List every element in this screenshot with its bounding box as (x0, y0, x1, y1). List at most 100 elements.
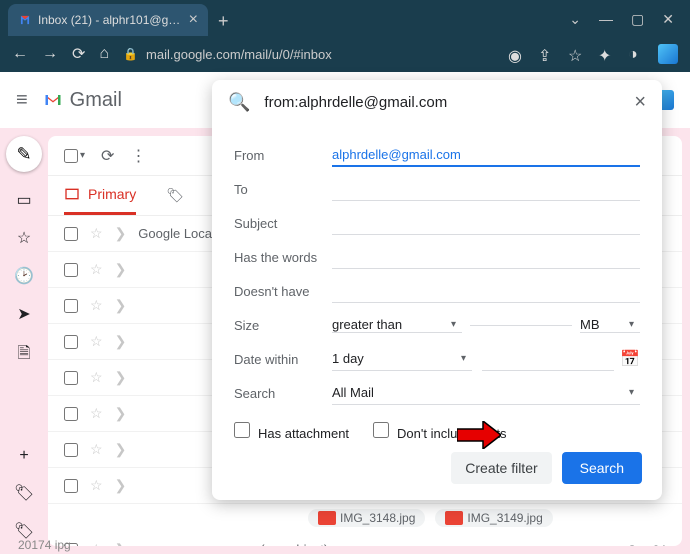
important-icon[interactable]: ❯ (115, 441, 127, 458)
back-icon[interactable]: ← (12, 45, 28, 63)
attachment-chip[interactable]: IMG_3149.jpg (435, 509, 552, 527)
search-dropdown: 🔍 × Fromalphrdelle@gmail.com To Subject … (212, 80, 662, 500)
has-words-field[interactable] (332, 245, 640, 269)
window-controls: ⌄ — ▢ ✕ (553, 11, 690, 28)
to-field[interactable] (332, 177, 640, 201)
create-filter-button[interactable]: Create filter (451, 452, 551, 484)
window-minimize-icon[interactable]: — (599, 11, 613, 28)
subject-field[interactable] (332, 211, 640, 235)
row-checkbox[interactable] (64, 227, 78, 241)
profile-icon[interactable]: ◑ (628, 46, 644, 62)
has-attachment-check[interactable]: Has attachment (234, 422, 349, 441)
search-input[interactable] (264, 94, 620, 111)
browser-tab[interactable]: Inbox (21) - alphr101@gmail.com × (8, 4, 208, 36)
snoozed-icon[interactable]: 🕑 (14, 266, 34, 286)
important-icon[interactable]: ❯ (115, 477, 127, 494)
row-checkbox[interactable] (64, 479, 78, 493)
extension-icon[interactable]: ✦ (598, 46, 614, 62)
select-all[interactable]: ▾ (64, 149, 85, 163)
refresh-icon[interactable]: ⟳ (101, 146, 114, 166)
gmail-logo: Gmail (40, 89, 122, 112)
important-icon[interactable]: ❯ (115, 225, 127, 242)
calendar-icon[interactable]: 📅 (620, 349, 640, 369)
size-unit-select[interactable]: MB▾ (580, 317, 640, 333)
window-chevron-icon[interactable]: ⌄ (569, 11, 581, 28)
row-checkbox[interactable] (64, 299, 78, 313)
lock-icon: 🔒 (123, 47, 138, 61)
important-icon[interactable]: ❯ (115, 261, 127, 278)
size-value-field[interactable] (470, 325, 572, 326)
window-maximize-icon[interactable]: ▢ (631, 11, 644, 28)
browser-address-bar: ← → ⟳ ⌂ 🔒 mail.google.com/mail/u/0/#inbo… (0, 36, 690, 72)
gmail-page: ≡ Gmail ?⃝ ⚙ ⠿ ✎ ▭ ☆ 🕑 ➤ 🗎 + 🏷 🏷 (0, 72, 690, 554)
doesnt-have-field[interactable] (332, 279, 640, 303)
gmail-favicon (18, 13, 32, 27)
alphr-extension-icon[interactable] (658, 44, 678, 64)
footer-filename: 20174 ipg (18, 538, 71, 552)
select-dropdown-icon[interactable]: ▾ (80, 150, 85, 161)
star-icon[interactable]: ☆ (90, 261, 103, 278)
new-tab-button[interactable]: + (218, 11, 229, 32)
important-icon[interactable]: ❯ (115, 369, 127, 386)
menu-icon[interactable]: ≡ (16, 89, 28, 112)
date-within-select[interactable]: 1 day▾ (332, 347, 472, 371)
reload-icon[interactable]: ⟳ (72, 44, 85, 64)
search-icon[interactable]: 🔍 (228, 92, 250, 113)
search-folder-select[interactable]: All Mail▾ (332, 381, 640, 405)
row-checkbox[interactable] (64, 263, 78, 277)
row-checkbox[interactable] (64, 335, 78, 349)
sender: me (138, 542, 248, 546)
row-checkbox[interactable] (64, 407, 78, 421)
star-icon[interactable]: ☆ (90, 297, 103, 314)
star-icon[interactable]: ☆ (90, 405, 103, 422)
browser-titlebar: Inbox (21) - alphr101@gmail.com × + ⌄ — … (0, 0, 690, 36)
window-close-icon[interactable]: ✕ (662, 11, 674, 28)
row-checkbox[interactable] (64, 443, 78, 457)
tab-title: Inbox (21) - alphr101@gmail.com (38, 13, 183, 27)
more-icon[interactable]: ⋮ (130, 146, 146, 166)
eye-icon[interactable]: ◉ (508, 46, 524, 62)
star-icon[interactable]: ☆ (568, 46, 584, 62)
add-label-icon[interactable]: + (19, 447, 28, 465)
star-icon[interactable]: ☆ (90, 369, 103, 386)
date-field[interactable] (482, 347, 614, 371)
label-to: To (234, 182, 332, 197)
star-icon[interactable]: ☆ (90, 441, 103, 458)
label-doesnt-have: Doesn't have (234, 284, 332, 299)
label-icon[interactable]: 🏷 (14, 483, 34, 503)
home-icon[interactable]: ⌂ (99, 45, 109, 63)
star-icon[interactable]: ☆ (90, 333, 103, 350)
compose-button[interactable]: ✎ (6, 136, 42, 172)
size-operator-select[interactable]: greater than▾ (332, 317, 462, 333)
important-icon[interactable]: ❯ (115, 333, 127, 350)
row-checkbox[interactable] (64, 371, 78, 385)
tab-close-icon[interactable]: × (189, 11, 198, 29)
inbox-icon[interactable]: ▭ (16, 190, 31, 210)
sent-icon[interactable]: ➤ (17, 304, 30, 324)
forward-icon[interactable]: → (42, 45, 58, 63)
important-icon[interactable]: ❯ (115, 405, 127, 422)
date: Sep 24 (628, 543, 666, 547)
important-icon[interactable]: ❯ (115, 297, 127, 314)
clear-search-icon[interactable]: × (634, 91, 646, 114)
label-from: From (234, 148, 332, 163)
important-icon[interactable]: ❯ (115, 541, 127, 546)
tab-promotions-icon[interactable]: 🏷 (166, 187, 184, 204)
starred-icon[interactable]: ☆ (17, 228, 31, 248)
label-date-within: Date within (234, 352, 332, 367)
mail-row[interactable]: ☆ ❯ me (no subject) Sep 24 (48, 532, 682, 546)
select-all-checkbox[interactable] (64, 149, 78, 163)
search-button[interactable]: Search (562, 452, 642, 484)
share-icon[interactable]: ⇪ (538, 46, 554, 62)
url-text: mail.google.com/mail/u/0/#inbox (146, 47, 332, 62)
star-icon[interactable]: ☆ (90, 225, 103, 242)
tab-primary[interactable]: Primary (64, 176, 136, 215)
url-box[interactable]: 🔒 mail.google.com/mail/u/0/#inbox (123, 47, 494, 62)
attachment-chip[interactable]: IMG_3148.jpg (308, 509, 425, 527)
star-icon[interactable]: ☆ (90, 477, 103, 494)
label-has-words: Has the words (234, 250, 332, 265)
search-bar: 🔍 × (212, 80, 662, 126)
from-field[interactable]: alphrdelle@gmail.com (332, 143, 640, 167)
drafts-icon[interactable]: 🗎 (18, 342, 31, 369)
star-icon[interactable]: ☆ (90, 541, 103, 546)
